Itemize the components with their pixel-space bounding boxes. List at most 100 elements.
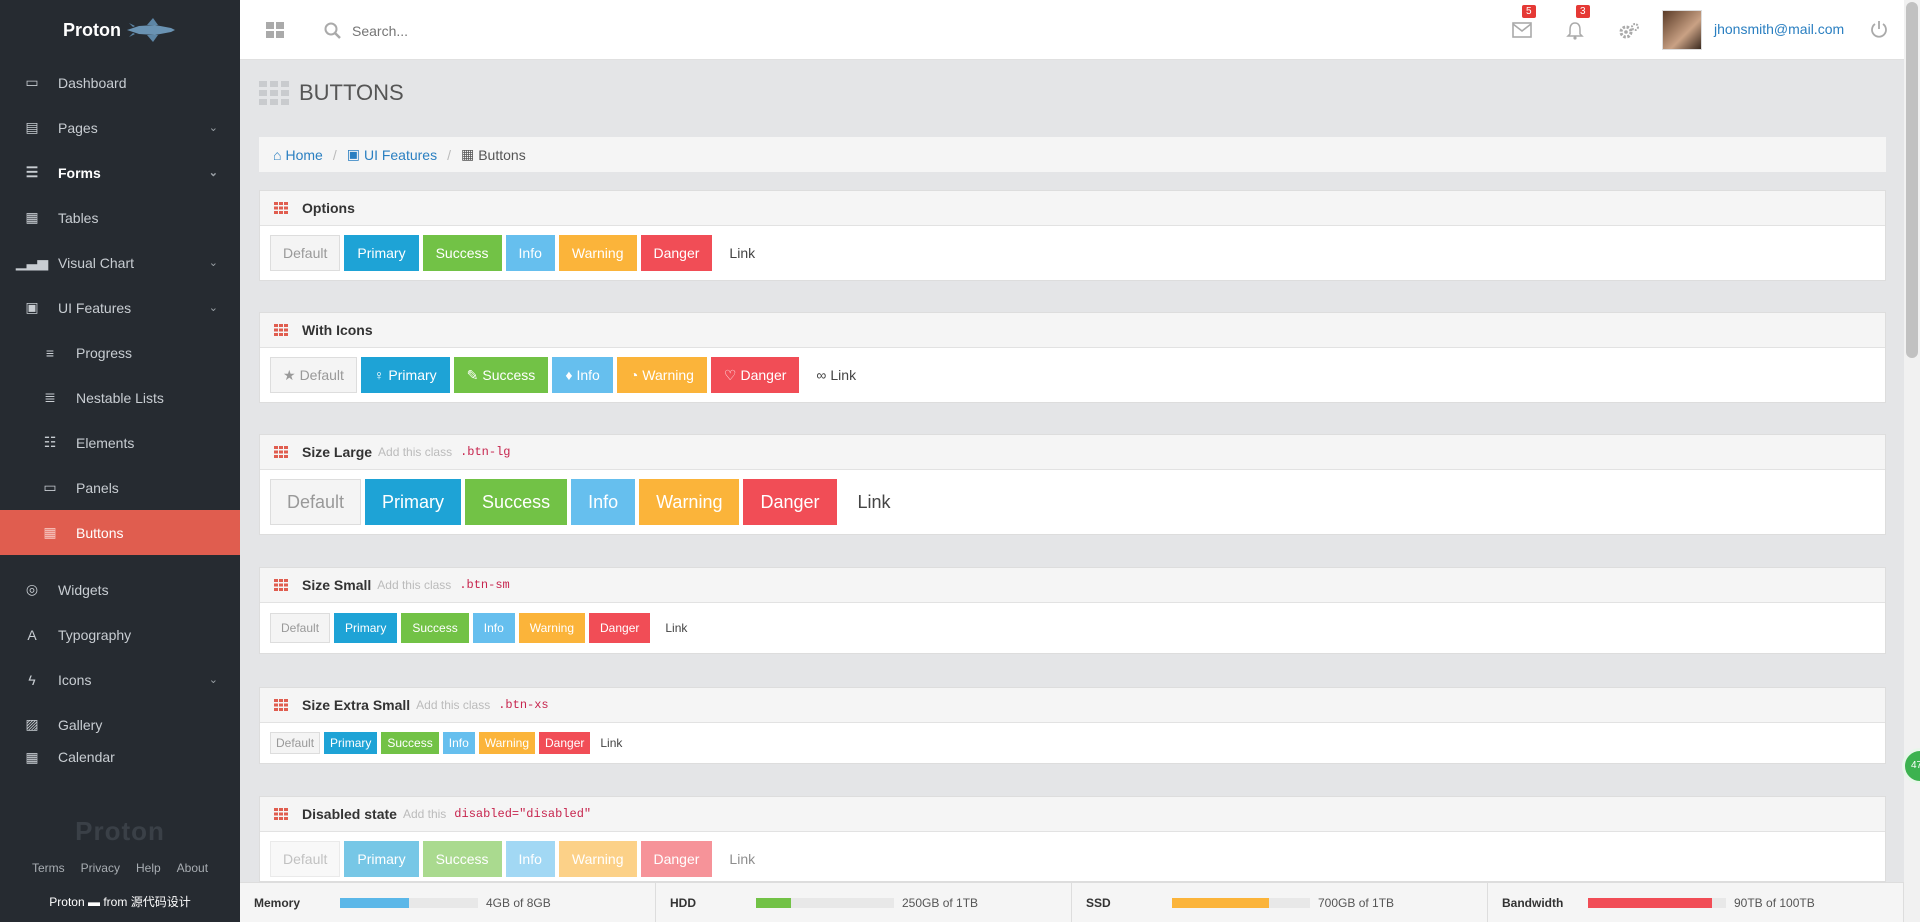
sidebar-item-label: Forms <box>58 164 101 181</box>
primary-button[interactable]: ♀ Primary <box>360 357 450 393</box>
credit-source[interactable]: 源代码设计 <box>131 895 191 909</box>
sidebar-item-label: Widgets <box>58 581 109 598</box>
sidebar-item-progress[interactable]: ≡ Progress <box>0 330 240 375</box>
info-button[interactable]: ♦ Info <box>552 357 613 393</box>
footer-link-help[interactable]: Help <box>136 861 161 875</box>
panel-options: Options Default Primary Success Info Warning D… <box>259 190 1886 281</box>
primary-button[interactable]: Primary <box>344 841 419 877</box>
th-icon <box>274 202 288 214</box>
default-button[interactable]: Default <box>270 732 321 754</box>
default-button[interactable]: Default <box>270 841 341 877</box>
warning-button[interactable]: Warning <box>558 235 637 271</box>
primary-button[interactable]: Primary <box>365 479 462 525</box>
sidebar-item-gallery[interactable]: ▨ Gallery <box>0 702 240 747</box>
primary-button[interactable]: Primary <box>334 613 398 643</box>
mail-badge: 5 <box>1522 5 1536 18</box>
power-icon[interactable] <box>1870 20 1888 41</box>
footer-link-privacy[interactable]: Privacy <box>81 861 120 875</box>
warning-button[interactable]: ◔ Warning <box>616 357 707 393</box>
info-button[interactable]: Info <box>505 841 555 877</box>
danger-button[interactable]: Danger <box>640 841 713 877</box>
sidebar-item-tables[interactable]: ▦ Tables <box>0 195 240 240</box>
sidebar-item-panels[interactable]: ▭ Panels <box>0 465 240 510</box>
notifications-button[interactable]: 3 <box>1566 5 1590 43</box>
danger-button[interactable]: Danger <box>743 479 837 525</box>
rss-icon: ◔ <box>629 367 639 383</box>
link-button[interactable]: Link <box>716 841 768 877</box>
footer-link-terms[interactable]: Terms <box>32 861 65 875</box>
link-button[interactable]: Link <box>716 235 768 271</box>
search-input[interactable] <box>352 18 652 44</box>
warning-button[interactable]: Warning <box>478 732 535 754</box>
sidebar-item-elements[interactable]: ☷ Elements <box>0 420 240 465</box>
link-button[interactable]: Link <box>594 732 628 754</box>
chevron-down-icon: ⌄ <box>208 257 218 269</box>
primary-button[interactable]: Primary <box>324 732 378 754</box>
scrollbar-thumb[interactable] <box>1906 2 1918 358</box>
button-label: Success <box>387 736 433 750</box>
sidebar-item-label: Buttons <box>76 524 124 541</box>
default-button[interactable]: Default <box>270 235 341 271</box>
bell-icon <box>1566 22 1584 40</box>
default-button[interactable]: Default <box>270 479 362 525</box>
danger-button[interactable]: Danger <box>589 613 651 643</box>
sidebar-item-widgets[interactable]: ◎ Widgets <box>0 567 240 612</box>
link-button[interactable]: ∞ Link <box>803 357 869 393</box>
button-label: Link <box>830 367 857 383</box>
button-label: Primary <box>357 245 406 261</box>
success-button[interactable]: Success <box>401 613 469 643</box>
sidebar-item-typography[interactable]: A Typography <box>0 612 240 657</box>
success-button[interactable]: Success <box>422 841 502 877</box>
breadcrumb-ui-features[interactable]: ▣ UI Features <box>347 146 437 163</box>
brand-logo[interactable]: Proton <box>0 0 240 60</box>
sidebar-item-dashboard[interactable]: ▭ Dashboard <box>0 60 240 105</box>
footer-logo: Proton <box>75 816 165 846</box>
link-button[interactable]: Link <box>654 613 698 643</box>
user-email[interactable]: jhonsmith@mail.com <box>1714 21 1844 37</box>
success-button[interactable]: Success <box>422 235 502 271</box>
avatar[interactable] <box>1662 10 1702 50</box>
sidebar-item-forms[interactable]: ☰ Forms ⌄ <box>0 150 240 195</box>
success-button[interactable]: Success <box>465 479 568 525</box>
warning-button[interactable]: Warning <box>558 841 637 877</box>
map-marker-icon: ♦ <box>565 367 573 383</box>
panel-code: .btn-lg <box>460 445 511 459</box>
search-icon[interactable] <box>324 22 342 43</box>
sidebar-item-label: Panels <box>76 479 119 496</box>
sidebar-item-ui-features[interactable]: ▣ UI Features ⌄ <box>0 285 240 330</box>
button-label: Link <box>857 491 891 512</box>
button-label: Warning <box>571 851 624 867</box>
button-label: Danger <box>760 491 820 512</box>
link-button[interactable]: Link <box>841 479 908 525</box>
sidebar-item-icons[interactable]: ϟ Icons ⌄ <box>0 657 240 702</box>
info-button[interactable]: Info <box>571 479 636 525</box>
info-button[interactable]: Info <box>505 235 555 271</box>
settings-gears-icon[interactable] <box>1618 22 1640 43</box>
primary-button[interactable]: Primary <box>344 235 419 271</box>
sidebar-item-calendar[interactable]: ▦ Calendar <box>0 747 240 767</box>
sidebar-item-pages[interactable]: ▤ Pages ⌄ <box>0 105 240 150</box>
panel-title: With Icons <box>302 322 373 338</box>
default-button[interactable]: ★ Default <box>270 357 357 393</box>
info-button[interactable]: Info <box>442 732 475 754</box>
breadcrumb-home[interactable]: ⌂ Home <box>273 147 323 163</box>
button-label: Info <box>576 367 600 383</box>
mail-button[interactable]: 5 <box>1512 5 1536 41</box>
footer-link-about[interactable]: About <box>177 861 208 875</box>
info-button[interactable]: Info <box>472 613 515 643</box>
danger-button[interactable]: Danger <box>640 235 713 271</box>
grid-menu-icon[interactable] <box>266 22 284 41</box>
warning-button[interactable]: Warning <box>639 479 740 525</box>
danger-button[interactable]: Danger <box>539 732 591 754</box>
success-button[interactable]: Success <box>381 732 439 754</box>
status-bandwidth: Bandwidth 90TB of 100TB <box>1488 883 1904 922</box>
sidebar-item-visual-chart[interactable]: ▁▃▅ Visual Chart ⌄ <box>0 240 240 285</box>
default-button[interactable]: Default <box>270 613 331 643</box>
sidebar-item-buttons[interactable]: ▦ Buttons <box>0 510 240 555</box>
success-button[interactable]: ✎ Success <box>453 357 549 393</box>
page-title: BUTTONS <box>259 80 404 106</box>
warning-button[interactable]: Warning <box>518 613 585 643</box>
button-label: Link <box>729 245 756 261</box>
danger-button[interactable]: ♡ Danger <box>710 357 800 393</box>
sidebar-item-nestable-lists[interactable]: ≣ Nestable Lists <box>0 375 240 420</box>
